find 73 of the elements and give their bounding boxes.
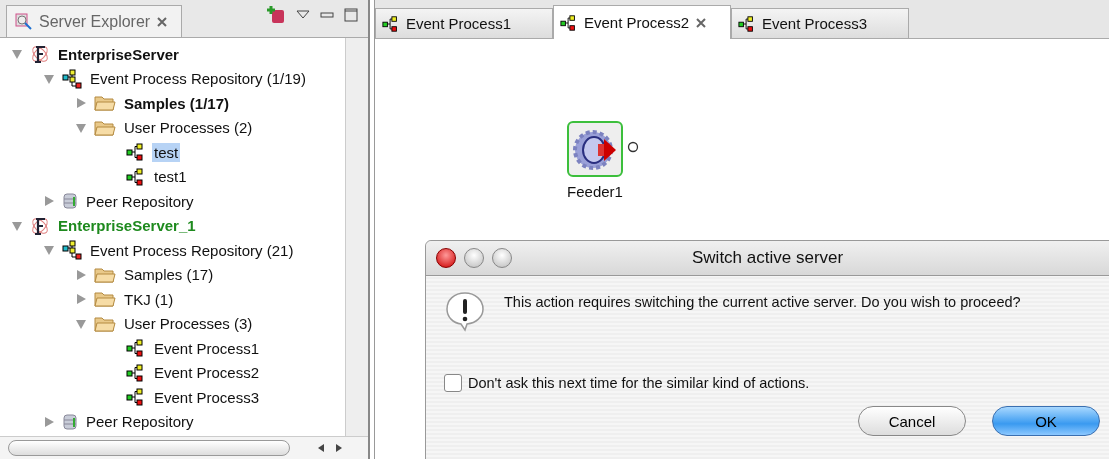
tree-item[interactable]: TKJ (1) — [122, 289, 176, 309]
collapsed-arrow-icon[interactable] — [43, 195, 55, 208]
server-icon — [30, 215, 50, 236]
tree-item[interactable]: Event Process Repository (21) — [88, 240, 296, 260]
editor-tab[interactable]: Event Process2 — [553, 5, 731, 39]
node-label: Feeder1 — [567, 183, 623, 200]
database-icon — [62, 192, 78, 211]
ok-button[interactable]: OK — [992, 406, 1100, 436]
expanded-arrow-icon[interactable] — [75, 317, 87, 330]
close-button[interactable] — [436, 248, 456, 268]
process-icon — [738, 14, 756, 33]
editor-tab[interactable]: Event Process3 — [731, 8, 909, 38]
maximize-icon[interactable] — [344, 8, 358, 22]
scrollbar-track[interactable] — [345, 38, 368, 436]
process-icon — [126, 142, 146, 163]
minimize-icon[interactable] — [320, 10, 334, 20]
folder-icon — [94, 94, 116, 113]
tree-item[interactable]: User Processes (2) — [122, 118, 255, 138]
repository-icon — [62, 68, 82, 89]
checkbox-label: Don't ask this next time for the similar kind of actions. — [468, 375, 810, 391]
server-name[interactable]: EnterpriseServer — [56, 44, 181, 64]
repository-icon — [62, 240, 82, 261]
editor-tab[interactable]: Event Process1 — [375, 8, 553, 38]
expanded-arrow-icon[interactable] — [43, 72, 55, 85]
tree-item[interactable]: Peer Repository — [84, 191, 196, 211]
folder-icon — [94, 265, 116, 284]
view-tab[interactable]: Server Explorer — [6, 5, 182, 37]
tree-item[interactable]: Event Process1 — [152, 338, 262, 358]
folder-icon — [94, 118, 116, 137]
database-icon — [62, 412, 78, 431]
folder-icon — [94, 290, 116, 309]
tree-item[interactable]: test1 — [152, 167, 189, 187]
zoom-button[interactable] — [492, 248, 512, 268]
tree-item[interactable]: Samples (17) — [122, 265, 216, 285]
tree-item[interactable]: Samples (1/17) — [122, 93, 232, 113]
collapsed-arrow-icon[interactable] — [75, 293, 87, 306]
process-icon — [382, 14, 400, 33]
dialog-message: This action requires switching the current active server. Do you wish to proceed? — [504, 293, 1021, 310]
magnifier-icon — [15, 12, 33, 31]
cancel-button[interactable]: Cancel — [858, 406, 966, 436]
server-name[interactable]: EnterpriseServer_1 — [56, 216, 198, 236]
expanded-arrow-icon[interactable] — [11, 48, 23, 61]
expanded-arrow-icon[interactable] — [11, 219, 23, 232]
minimize-button[interactable] — [464, 248, 484, 268]
collapsed-arrow-icon[interactable] — [75, 268, 87, 281]
process-icon — [126, 387, 146, 408]
process-icon — [126, 338, 146, 359]
collapsed-arrow-icon[interactable] — [43, 415, 55, 428]
tree-item[interactable]: Peer Repository — [84, 412, 196, 432]
collapsed-arrow-icon[interactable] — [75, 97, 87, 110]
scrollbar-thumb[interactable] — [8, 440, 290, 456]
process-icon — [560, 13, 578, 32]
port-icon[interactable] — [627, 141, 639, 153]
process-icon — [126, 166, 146, 187]
view-menu-icon[interactable] — [296, 10, 310, 20]
server-icon — [30, 44, 50, 65]
warning-icon — [444, 290, 486, 332]
view-title: Server Explorer — [39, 12, 151, 31]
folder-icon — [94, 314, 116, 333]
tree-item[interactable]: Event Process Repository (1/19) — [88, 69, 308, 89]
close-icon[interactable] — [156, 15, 169, 28]
tree-item[interactable]: User Processes (3) — [122, 314, 255, 334]
dialog-title: Switch active server — [692, 248, 844, 268]
close-icon[interactable] — [695, 16, 708, 29]
process-icon — [126, 362, 146, 383]
expanded-arrow-icon[interactable] — [43, 244, 55, 257]
tree-item[interactable]: Event Process3 — [152, 387, 262, 407]
checkbox[interactable] — [444, 374, 462, 392]
tree-item[interactable]: test — [152, 142, 181, 162]
feeder-node[interactable] — [567, 121, 623, 177]
add-server-icon[interactable] — [266, 5, 286, 25]
tree-item[interactable]: Event Process2 — [152, 363, 262, 383]
expanded-arrow-icon[interactable] — [75, 121, 87, 134]
